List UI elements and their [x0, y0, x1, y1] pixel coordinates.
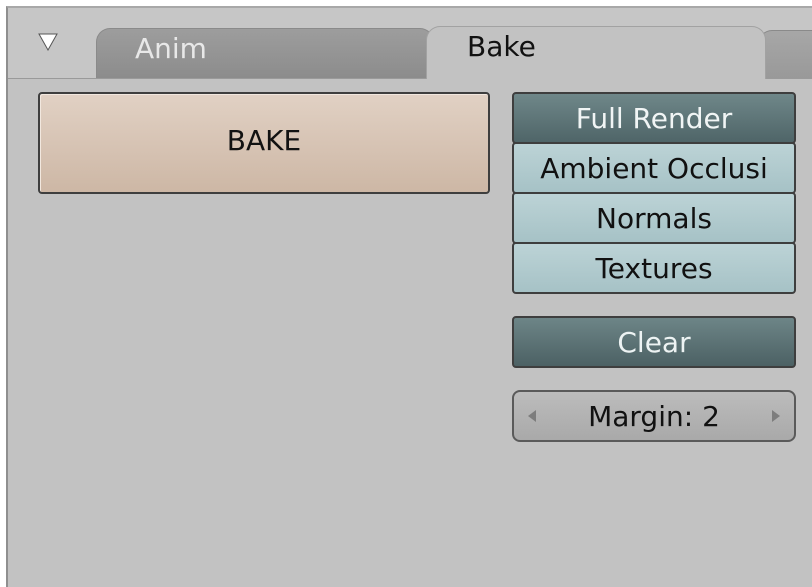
mode-ambient-occlusion[interactable]: Ambient Occlusi — [512, 142, 796, 194]
mode-textures-label: Textures — [595, 251, 713, 285]
bake-button-label: BAKE — [226, 124, 302, 157]
arrow-left-icon[interactable] — [518, 392, 546, 440]
bake-mode-group: Full Render Ambient Occlusi Normals Text… — [512, 92, 796, 294]
panel-header: Anim Bake — [8, 8, 812, 79]
tab-bake[interactable]: Bake — [426, 26, 766, 79]
tab-anim[interactable]: Anim — [96, 28, 434, 78]
collapse-toggle[interactable] — [36, 30, 60, 54]
mode-ambient-occlusion-label: Ambient Occlusi — [540, 151, 768, 185]
margin-field[interactable]: Margin: 2 — [512, 390, 796, 442]
mode-full-render-label: Full Render — [575, 101, 733, 135]
clear-button-label: Clear — [617, 325, 691, 359]
bake-button[interactable]: BAKE — [38, 92, 490, 194]
mode-normals-label: Normals — [596, 201, 712, 235]
triangle-down-icon — [38, 33, 58, 51]
clear-button[interactable]: Clear — [512, 316, 796, 368]
mode-textures[interactable]: Textures — [512, 242, 796, 294]
arrow-right-icon[interactable] — [762, 392, 790, 440]
bake-panel: Anim Bake BAKE Full Render Ambient Occlu… — [6, 6, 812, 587]
tab-overflow[interactable] — [758, 30, 812, 78]
tab-bake-label: Bake — [467, 30, 536, 63]
mode-full-render[interactable]: Full Render — [512, 92, 796, 144]
tab-anim-label: Anim — [135, 32, 207, 65]
margin-field-text: Margin: 2 — [588, 399, 720, 433]
mode-normals[interactable]: Normals — [512, 192, 796, 244]
